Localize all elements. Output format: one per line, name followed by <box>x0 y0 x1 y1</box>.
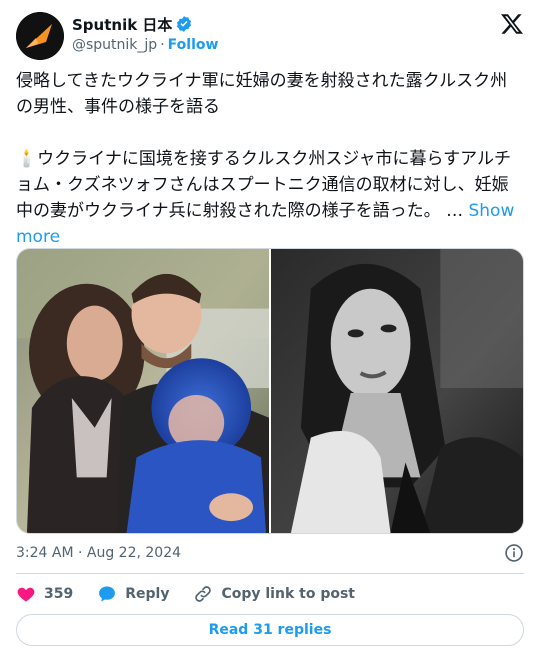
copy-link-button[interactable]: Copy link to post <box>193 584 355 604</box>
author-name-row[interactable]: Sputnik 日本 <box>72 14 193 34</box>
ellipsis: … <box>440 201 469 221</box>
link-icon <box>195 586 212 602</box>
tweet-body: 🕯️ウクライナに国境を接するクルスク州スジャ市に暮らすアルチョム・クズネツォフさ… <box>16 146 524 250</box>
tweet-headline: 侵略してきたウクライナ軍に妊婦の妻を射殺された露クルスク州の男性、事件の様子を語… <box>16 71 508 117</box>
reply-button[interactable]: Reply <box>97 584 169 604</box>
author-handle-row: @sputnik_jp · Follow <box>72 36 218 54</box>
tweet-embed: Sputnik 日本 @sputnik_jp · Follow 侵略してきたウク… <box>0 0 540 661</box>
divider <box>16 573 524 574</box>
sputnik-logo-icon <box>16 12 64 60</box>
like-count: 359 <box>44 586 74 602</box>
timestamp[interactable]: 3:24 AM · Aug 22, 2024 <box>16 543 181 563</box>
tweet-text: 侵略してきたウクライナ軍に妊婦の妻を射殺された露クルスク州の男性、事件の様子を語… <box>16 68 524 250</box>
reply-label: Reply <box>125 586 170 602</box>
candle-icon: 🕯️ <box>16 149 38 169</box>
avatar[interactable] <box>16 12 64 60</box>
read-replies-button[interactable]: Read 31 replies <box>16 614 524 646</box>
copy-link-label: Copy link to post <box>221 586 355 602</box>
author-handle[interactable]: @sputnik_jp <box>72 37 157 53</box>
x-logo-icon[interactable] <box>500 12 524 36</box>
action-bar: 359 Reply Copy link to post <box>16 582 379 606</box>
like-button[interactable]: 359 <box>16 584 73 604</box>
heart-icon <box>17 587 35 602</box>
author-name[interactable]: Sputnik 日本 <box>72 14 172 35</box>
tweet-body-text: ウクライナに国境を接するクルスク州スジャ市に暮らすアルチョム・クズネツォフさんは… <box>16 149 511 221</box>
info-icon[interactable] <box>504 543 524 563</box>
follow-button[interactable]: Follow <box>168 37 219 53</box>
photo-family[interactable] <box>17 249 269 533</box>
photo-woman-portrait[interactable] <box>271 249 523 533</box>
media-grid <box>16 248 524 534</box>
reply-bubble-icon <box>99 586 116 602</box>
separator-dot: · <box>160 37 165 53</box>
verified-badge-icon <box>177 16 192 32</box>
